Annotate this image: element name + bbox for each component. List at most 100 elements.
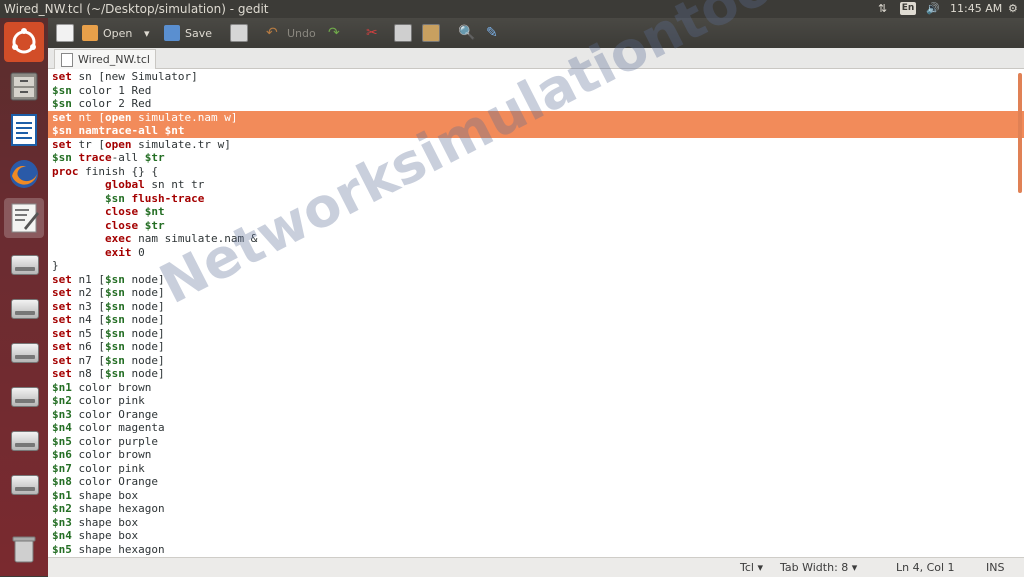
- code-token: $n2: [52, 394, 72, 407]
- code-line: close $tr: [52, 219, 1024, 233]
- language-selector[interactable]: Tcl ▾: [740, 561, 763, 574]
- dash-ubuntu-icon[interactable]: [4, 22, 44, 62]
- files-icon[interactable]: [4, 66, 44, 106]
- tab-width-selector[interactable]: Tab Width: 8 ▾: [780, 561, 857, 574]
- code-line: $n5 color purple: [52, 435, 1024, 449]
- drive-icon[interactable]: [4, 376, 44, 416]
- network-arrows-icon[interactable]: ⇅: [878, 2, 887, 15]
- code-token: $sn: [105, 326, 125, 340]
- drive-icon[interactable]: [4, 332, 44, 372]
- code-token: set: [52, 340, 72, 353]
- power-gear-icon[interactable]: ⚙: [1008, 2, 1018, 15]
- code-token: $sn: [105, 313, 125, 326]
- code-token: $nt: [164, 124, 185, 137]
- code-token: $n5: [52, 542, 72, 556]
- print-button[interactable]: [230, 22, 253, 44]
- undo-arrow-icon: ↶: [266, 25, 278, 41]
- code-token: set: [52, 272, 72, 286]
- find-button[interactable]: 🔍: [458, 22, 479, 44]
- open-button[interactable]: Open: [82, 22, 132, 44]
- search-icon: 🔍: [458, 25, 476, 41]
- code-token: $sn: [105, 272, 125, 286]
- undo-button[interactable]: ↶ Undo: [266, 22, 316, 44]
- code-token: $n4: [52, 529, 72, 542]
- tab-label: Wired_NW.tcl: [78, 53, 150, 66]
- tab-wired-nw[interactable]: Wired_NW.tcl: [54, 49, 156, 69]
- code-token: -all: [111, 151, 145, 164]
- ubuntu-logo-icon: [12, 28, 36, 54]
- code-line: set n5 [$sn node]: [52, 327, 1024, 341]
- code-line: $sn trace-all $tr: [52, 151, 1024, 165]
- code-token: color 2 Red: [71, 97, 152, 110]
- code-token: close: [104, 218, 139, 232]
- launcher: [0, 18, 48, 576]
- code-line: $n6 color brown: [52, 448, 1024, 462]
- copy-icon: [394, 24, 412, 42]
- find-replace-icon: ✎: [486, 25, 498, 41]
- code-token: $sn: [52, 124, 72, 137]
- code-token: trace: [78, 151, 112, 164]
- new-document-button[interactable]: [56, 22, 79, 44]
- code-line: set tr [open simulate.tr w]: [52, 138, 1024, 152]
- keyboard-layout-indicator[interactable]: En: [900, 2, 916, 15]
- code-token: n5 [: [71, 326, 105, 340]
- drive-icon[interactable]: [4, 464, 44, 504]
- code-line: $n3 color Orange: [52, 408, 1024, 422]
- code-token: node]: [124, 299, 165, 313]
- paste-button[interactable]: [422, 22, 445, 44]
- code-token: color magenta: [71, 421, 165, 434]
- writer-icon[interactable]: [4, 110, 44, 150]
- insert-mode: INS: [986, 561, 1005, 574]
- drive-shape: [11, 255, 39, 275]
- code-token: $n4: [52, 421, 72, 434]
- copy-button[interactable]: [394, 22, 417, 44]
- window-title: Wired_NW.tcl (~/Desktop/simulation) - ge…: [4, 2, 269, 16]
- open-recent-dropdown[interactable]: ▾: [144, 22, 150, 44]
- text-editor-pen-icon: [11, 203, 39, 233]
- code-token: set: [52, 299, 72, 313]
- code-token: close: [104, 205, 139, 218]
- scissors-icon: ✂: [366, 25, 378, 41]
- code-token: $nt: [144, 205, 165, 218]
- code-token: color brown: [71, 448, 152, 461]
- code-token: $sn: [105, 367, 125, 380]
- code-token: 0: [131, 245, 145, 259]
- code-token: shape hexagon: [71, 502, 165, 515]
- clock[interactable]: 11:45 AM: [950, 2, 1002, 15]
- firefox-icon[interactable]: [4, 154, 44, 194]
- drive-icon[interactable]: [4, 420, 44, 460]
- editor-text-area[interactable]: set sn [new Simulator] $sn color 1 Red $sn…: [48, 69, 1024, 557]
- redo-button[interactable]: ↷: [328, 22, 349, 44]
- code-token: $n5: [52, 434, 72, 448]
- code-line: $n2 color pink: [52, 394, 1024, 408]
- text-editor-icon[interactable]: [4, 198, 44, 238]
- code-token: sn nt tr: [144, 178, 205, 191]
- drive-shape: [11, 475, 39, 495]
- volume-icon[interactable]: 🔊: [926, 2, 940, 15]
- code-token: nt [: [71, 110, 105, 124]
- find-replace-button[interactable]: ✎: [486, 22, 507, 44]
- code-token: $tr: [144, 151, 165, 164]
- drive-icon[interactable]: [4, 244, 44, 284]
- code-token: tr [: [71, 137, 105, 151]
- code-token: proc: [52, 164, 79, 178]
- drive-shape: [11, 343, 39, 363]
- code-line: global sn nt tr: [52, 178, 1024, 192]
- save-button[interactable]: Save: [164, 22, 212, 44]
- drive-icon[interactable]: [4, 288, 44, 328]
- code-token: n3 [: [71, 299, 105, 313]
- scrollbar[interactable]: [1018, 73, 1022, 193]
- cut-button[interactable]: ✂: [366, 22, 387, 44]
- code-token: shape box: [71, 515, 139, 529]
- drive-shape: [11, 387, 39, 407]
- code-line: set n4 [$sn node]: [52, 313, 1024, 327]
- code-token: set: [52, 353, 72, 367]
- code-token: set: [52, 313, 72, 326]
- code-token: n1 [: [71, 272, 105, 286]
- code-token: $sn: [105, 299, 125, 313]
- trash-icon[interactable]: [4, 528, 44, 568]
- code-token: node]: [124, 286, 165, 299]
